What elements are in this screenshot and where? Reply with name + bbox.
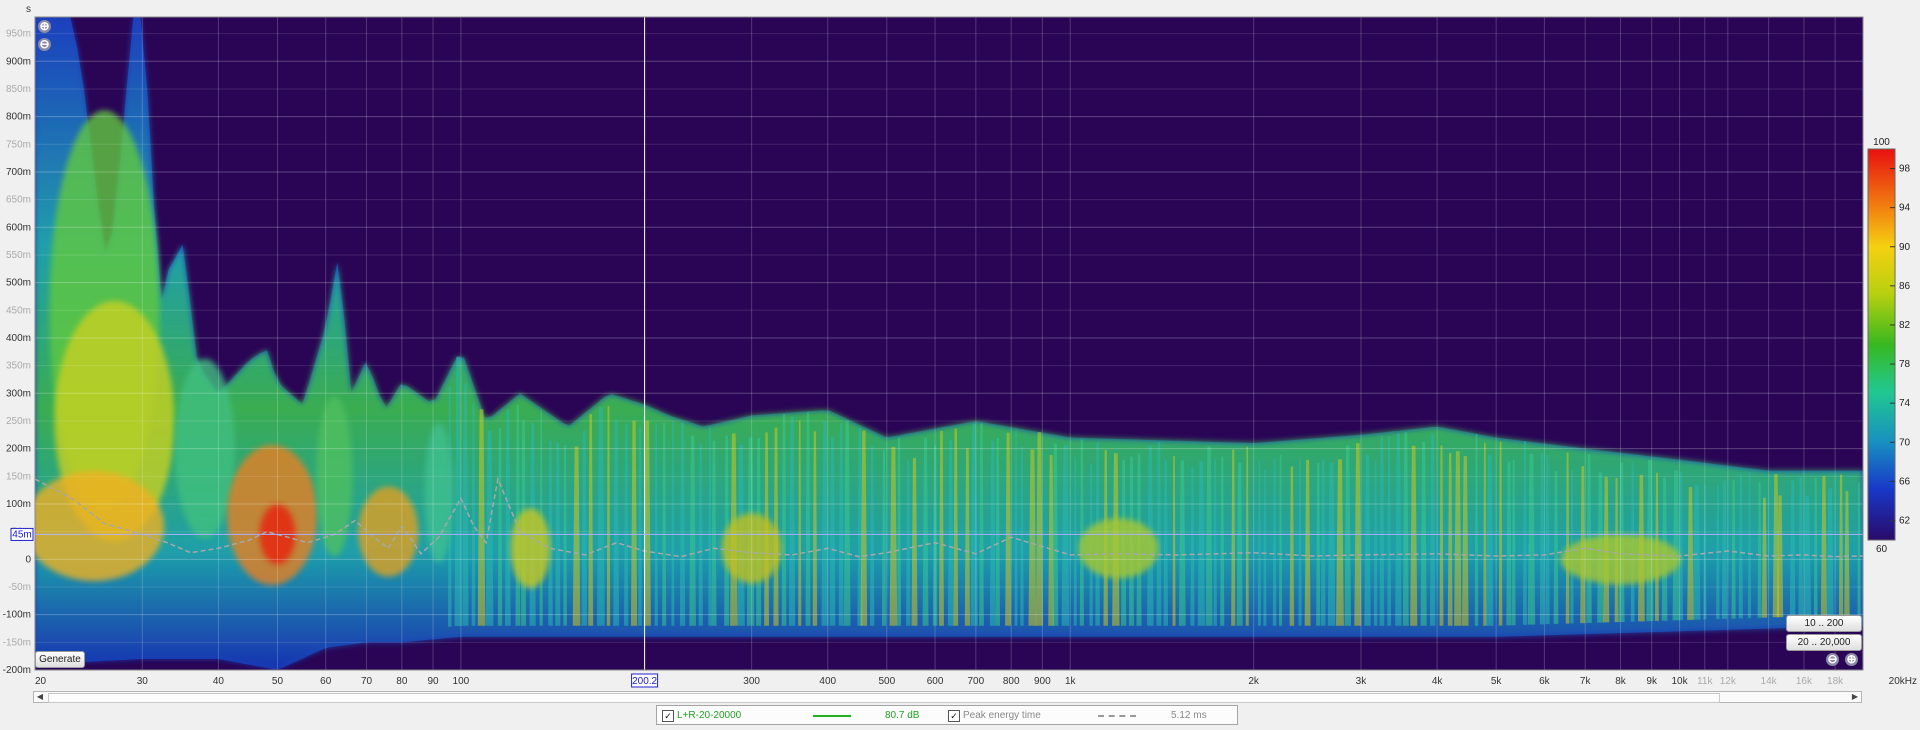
x-tick-label: 80 (396, 676, 408, 687)
series-label: L+R-20-20000 (677, 710, 742, 721)
y-tick-label: -50m (8, 582, 31, 593)
x-tick-label: 50 (272, 676, 284, 687)
y-tick-label: 150m (6, 471, 31, 482)
series-checkbox[interactable]: ✓ (662, 710, 674, 722)
horizontal-scrollbar[interactable]: ◀ ▶ (33, 691, 1862, 703)
x-tick-label: 5k (1491, 676, 1503, 687)
y-tick-label: 250m (6, 416, 31, 427)
y-tick-label: 0 (25, 554, 31, 565)
x-tick-label: 40 (213, 676, 225, 687)
x-tick-label: 30 (137, 676, 149, 687)
hot-lobe-9 (510, 508, 551, 589)
y-tick-label: 650m (6, 195, 31, 206)
y-tick-label: -150m (3, 637, 31, 648)
colorbar-tick-label: 74 (1899, 398, 1911, 409)
x-tick-label: 1k (1065, 676, 1077, 687)
x-tick-label: 16k (1796, 676, 1813, 687)
y-tick-label: 800m (6, 112, 31, 123)
y-tick-label: 500m (6, 278, 31, 289)
y-tick-label: 350m (6, 361, 31, 372)
x-tick-label: 11k (1697, 676, 1713, 687)
series-value: 80.7 dB (885, 710, 920, 721)
vertical-zoom-in-icon[interactable]: ⊕ (38, 20, 51, 33)
x-tick-label: 14k (1761, 676, 1778, 687)
colorbar-tick-label: 82 (1899, 320, 1911, 331)
series-line-swatch (813, 715, 851, 717)
scroll-right-icon[interactable]: ▶ (1849, 692, 1861, 702)
scroll-left-icon[interactable]: ◀ (34, 692, 46, 702)
y-tick-label: 100m (6, 499, 31, 510)
x-tick-label: 6k (1539, 676, 1551, 687)
hot-lobe-2 (35, 471, 165, 582)
y-tick-label: 400m (6, 333, 31, 344)
spectrogram-chart[interactable]: s950m900m850m800m750m700m650m600m550m500… (0, 0, 1920, 730)
hot-lobe-8 (424, 422, 453, 563)
hot-lobe-11 (1078, 518, 1159, 579)
x-tick-label: 12k (1720, 676, 1737, 687)
horizontal-zoom-in-icon[interactable]: ⊕ (1845, 653, 1858, 666)
y-tick-label: 700m (6, 167, 31, 178)
x-tick-label: 90 (427, 676, 439, 687)
x-tick-label: 600 (927, 676, 944, 687)
y-tick-label: 750m (6, 139, 31, 150)
x-tick-label: 18k (1827, 676, 1844, 687)
peak-energy-line-swatch (1098, 715, 1136, 717)
x-tick-label: 500 (878, 676, 895, 687)
cursor-y-readout: 45m (12, 529, 31, 540)
cursor-x-readout: 200.2 (632, 676, 657, 687)
y-tick-label: -200m (3, 665, 31, 676)
x-tick-label: 9k (1646, 676, 1658, 687)
x-tick-label: 10k (1672, 676, 1689, 687)
y-tick-label: -100m (3, 610, 31, 621)
colorbar-tick-label: 94 (1899, 203, 1911, 214)
x-tick-label: 70 (361, 676, 373, 687)
x-tick-label: 300 (743, 676, 760, 687)
peak-energy-label: Peak energy time (963, 710, 1041, 721)
peak-energy-checkbox[interactable]: ✓ (948, 710, 960, 722)
vertical-zoom-out-icon[interactable]: ⊖ (38, 38, 51, 51)
y-axis-unit-label: s (26, 4, 31, 15)
range-20-20000-button[interactable]: 20 .. 20,000 (1786, 634, 1862, 651)
colorbar-tick-label: 90 (1899, 242, 1911, 253)
generate-button[interactable]: Generate (35, 651, 85, 668)
colorbar-tick-label: 70 (1899, 437, 1911, 448)
scrollbar-thumb[interactable] (48, 693, 1720, 703)
spectrogram-window: s 950m 900m 850m 800m 750m 700m 650m 600m 550m 500… (0, 0, 1920, 730)
colorbar-tick-label: 62 (1899, 515, 1911, 526)
x-tick-label: 700 (968, 676, 985, 687)
colorbar-max-label: 100 (1873, 137, 1890, 148)
legend-bar: ✓ L+R-20-20000 80.7 dB ✓ Peak energy tim… (656, 705, 1238, 725)
colorbar-tick-label: 66 (1899, 476, 1911, 487)
x-tick-label: 100 (453, 676, 470, 687)
y-tick-label: 850m (6, 84, 31, 95)
range-10-200-button[interactable]: 10 .. 200 (1786, 615, 1862, 632)
colorbar-tick-label: 98 (1899, 164, 1911, 175)
x-tick-label: 3k (1356, 676, 1368, 687)
x-tick-label: 2k (1248, 676, 1260, 687)
peak-energy-value: 5.12 ms (1171, 710, 1207, 721)
y-tick-label: 550m (6, 250, 31, 261)
x-tick-label: 20 (35, 676, 47, 687)
y-tick-label: 900m (6, 56, 31, 67)
x-tick-label: 20kHz (1889, 676, 1917, 687)
x-tick-label: 900 (1034, 676, 1051, 687)
horizontal-zoom-out-icon[interactable]: ⊖ (1826, 653, 1839, 666)
x-tick-label: 60 (320, 676, 332, 687)
y-tick-label: 200m (6, 444, 31, 455)
y-tick-label: 300m (6, 388, 31, 399)
x-tick-label: 400 (819, 676, 836, 687)
colorbar-tick-label: 86 (1899, 281, 1911, 292)
y-tick-label: 950m (6, 29, 31, 40)
colorbar-min-label: 60 (1876, 544, 1888, 555)
colorbar-tick-label: 78 (1899, 359, 1911, 370)
y-tick-label: 600m (6, 222, 31, 233)
x-tick-label: 7k (1580, 676, 1592, 687)
x-tick-label: 8k (1615, 676, 1627, 687)
x-tick-label: 800 (1003, 676, 1020, 687)
y-tick-label: 450m (6, 305, 31, 316)
x-tick-label: 4k (1432, 676, 1444, 687)
